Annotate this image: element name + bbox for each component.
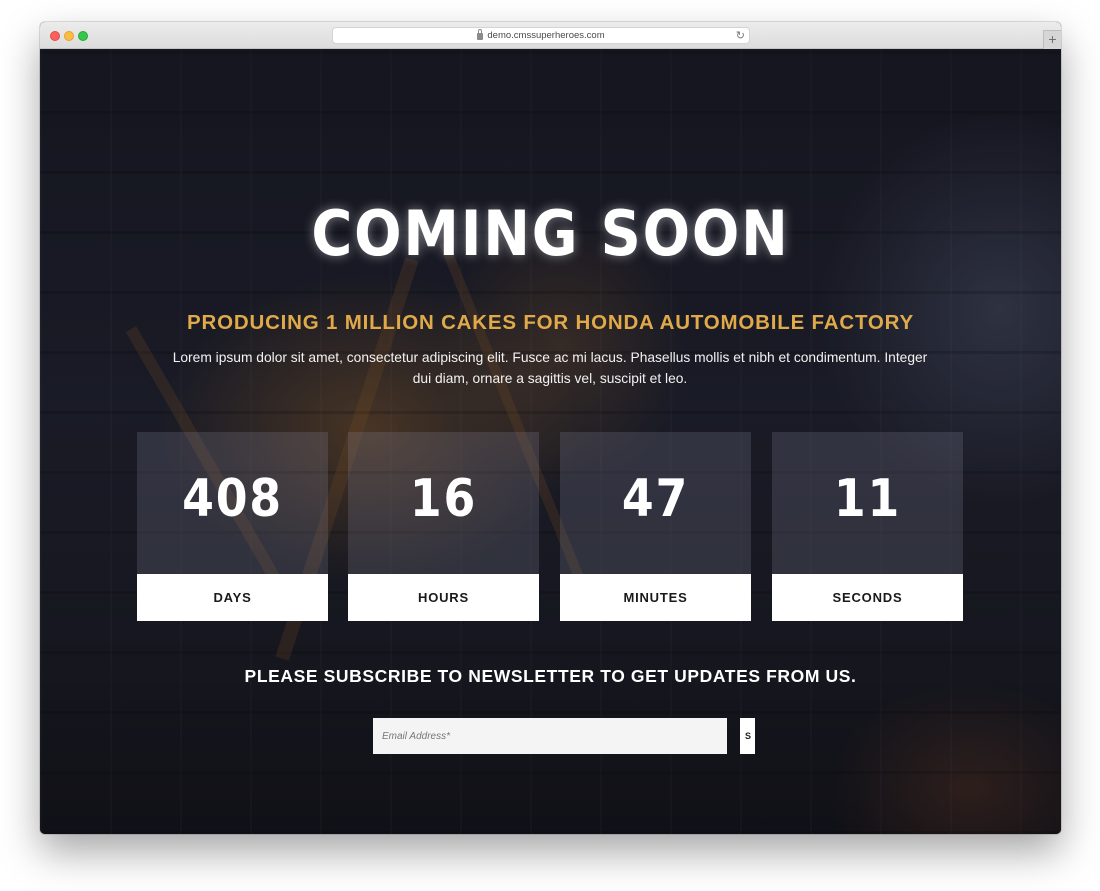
url-text: demo.cmssuperheroes.com (487, 30, 605, 41)
countdown-days: 408 DAYS (137, 432, 328, 621)
close-window-button[interactable] (50, 31, 60, 41)
reload-icon[interactable]: ↻ (736, 29, 745, 43)
countdown-number-panel: 11 (772, 432, 963, 574)
coming-soon-section: COMING SOON PRODUCING 1 MILLION CAKES FO… (40, 49, 1061, 834)
lock-icon (477, 29, 484, 40)
countdown-label: MINUTES (560, 574, 751, 621)
address-bar[interactable]: demo.cmssuperheroes.com ↻ (332, 27, 750, 44)
countdown-value: 16 (409, 469, 478, 529)
maximize-window-button[interactable] (78, 31, 88, 41)
countdown-label: DAYS (137, 574, 328, 621)
countdown-hours: 16 HOURS (348, 432, 539, 621)
page-viewport: COMING SOON PRODUCING 1 MILLION CAKES FO… (40, 49, 1061, 834)
countdown-value: 47 (621, 469, 690, 529)
countdown-value: 408 (182, 469, 283, 529)
minimize-window-button[interactable] (64, 31, 74, 41)
email-field[interactable] (373, 718, 727, 754)
browser-titlebar: demo.cmssuperheroes.com ↻ + (40, 22, 1061, 49)
countdown-number-panel: 16 (348, 432, 539, 574)
countdown-number-panel: 47 (560, 432, 751, 574)
countdown-seconds: 11 SECONDS (772, 432, 963, 621)
subscribe-button[interactable]: S (740, 718, 755, 754)
newsletter-heading: PLEASE SUBSCRIBE TO NEWSLETTER TO GET UP… (244, 666, 857, 686)
page-title: COMING SOON (311, 197, 790, 270)
browser-window: demo.cmssuperheroes.com ↻ + COMING SOON … (40, 22, 1061, 834)
new-tab-button[interactable]: + (1043, 30, 1061, 49)
page-description: Lorem ipsum dolor sit amet, consectetur … (172, 350, 928, 386)
page-subtitle: PRODUCING 1 MILLION CAKES FOR HONDA AUTO… (187, 311, 914, 334)
countdown-label: HOURS (348, 574, 539, 621)
countdown-value: 11 (833, 469, 902, 529)
countdown-number-panel: 408 (137, 432, 328, 574)
countdown-minutes: 47 MINUTES (560, 432, 751, 621)
countdown-timer: 408 DAYS 16 HOURS 47 MINUTES 11 SECONDS (137, 432, 964, 621)
countdown-label: SECONDS (772, 574, 963, 621)
